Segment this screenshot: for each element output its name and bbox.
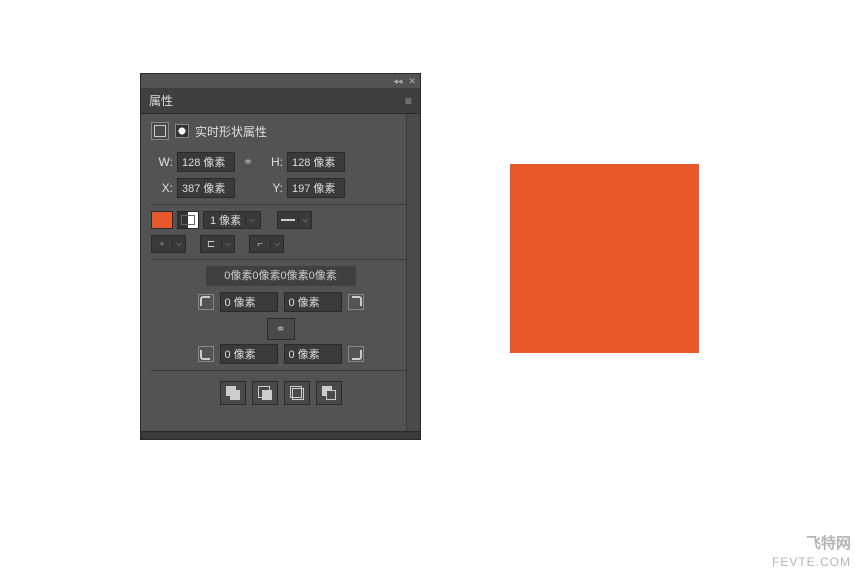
pathfinder-row (151, 381, 410, 405)
w-label: W: (151, 155, 173, 169)
corner-tr-icon[interactable] (348, 294, 364, 310)
h-label: H: (261, 155, 283, 169)
properties-panel: ◂◂ ✕ 属性 ≡ 实时形状属性 W: ⚭ H: X: Y: (140, 73, 421, 440)
x-input[interactable] (177, 178, 235, 198)
stroke-swatch[interactable] (177, 211, 199, 229)
stroke-line-icon (278, 212, 298, 228)
exclude-button[interactable] (316, 381, 342, 405)
union-icon (226, 386, 240, 400)
corner-bottom-row (151, 344, 410, 364)
subheader-label: 实时形状属性 (195, 123, 267, 140)
align-row: ▫ ⌵ ⊏ ⌵ ⌐ ⌵ (151, 235, 410, 253)
intersect-icon (290, 386, 304, 400)
corner-bl-icon[interactable] (198, 346, 214, 362)
panel-title: 属性 (149, 92, 173, 109)
chevron-down-icon: ⌵ (298, 215, 311, 225)
panel-body: W: ⚭ H: X: Y: 1 像素 ⌵ ⌵ (141, 148, 420, 417)
bounding-box-icon[interactable] (151, 122, 169, 140)
canvas-rectangle-shape[interactable] (510, 164, 699, 353)
scrollbar[interactable] (406, 114, 420, 431)
intersect-button[interactable] (284, 381, 310, 405)
y-input[interactable] (287, 178, 345, 198)
corner-top-row (151, 292, 410, 312)
watermark: 飞特网 FEVTE.COM (772, 532, 851, 569)
separator (151, 204, 410, 205)
subtract-button[interactable] (252, 381, 278, 405)
stroke-align-dropdown[interactable]: ▫ ⌵ (151, 235, 186, 253)
x-label: X: (151, 181, 173, 195)
corner-br-icon[interactable] (348, 346, 364, 362)
chevron-down-icon: ⌵ (270, 239, 283, 249)
width-input[interactable] (177, 152, 235, 172)
y-label: Y: (261, 181, 283, 195)
height-input[interactable] (287, 152, 345, 172)
watermark-cn: 飞特网 (772, 532, 851, 553)
position-row: X: Y: (151, 178, 410, 198)
chevron-down-icon: ⌵ (172, 239, 185, 249)
panel-resize-grip[interactable]: ······ (141, 431, 420, 439)
size-row: W: ⚭ H: (151, 152, 410, 172)
link-wh-icon[interactable]: ⚭ (239, 153, 257, 171)
fill-stroke-row: 1 像素 ⌵ ⌵ (151, 211, 410, 229)
fill-swatch[interactable] (151, 211, 173, 229)
collapse-icon[interactable]: ◂◂ (393, 76, 402, 87)
separator (151, 370, 410, 371)
chevron-down-icon: ⌵ (221, 239, 234, 249)
corners-summary: 0像素0像素0像素0像素 (206, 266, 356, 286)
cap-icon: ⊏ (201, 236, 221, 252)
stroke-width-dropdown[interactable]: 1 像素 ⌵ (203, 211, 261, 229)
stroke-style-dropdown[interactable]: ⌵ (277, 211, 312, 229)
watermark-en: FEVTE.COM (772, 555, 851, 569)
corner-tl-input[interactable] (220, 292, 278, 312)
panel-subheader: 实时形状属性 (141, 114, 420, 148)
mask-icon[interactable] (175, 124, 189, 138)
panel-menu-icon[interactable]: ≡ (405, 94, 412, 108)
corner-tl-icon[interactable] (198, 294, 214, 310)
align-center-icon: ▫ (152, 236, 172, 252)
panel-titlebar: ◂◂ ✕ (141, 74, 420, 88)
corner-icon: ⌐ (250, 236, 270, 252)
separator (151, 259, 410, 260)
caps-dropdown[interactable]: ⊏ ⌵ (200, 235, 235, 253)
union-button[interactable] (220, 381, 246, 405)
corner-tr-input[interactable] (284, 292, 342, 312)
panel-header: 属性 ≡ (141, 88, 420, 114)
corner-bl-input[interactable] (220, 344, 278, 364)
stroke-width-value: 1 像素 (206, 212, 245, 228)
link-corners-button[interactable]: ⚭ (267, 318, 295, 340)
corner-br-input[interactable] (284, 344, 342, 364)
corners-dropdown[interactable]: ⌐ ⌵ (249, 235, 284, 253)
close-icon[interactable]: ✕ (408, 76, 416, 87)
chevron-down-icon: ⌵ (245, 215, 258, 225)
exclude-icon (322, 386, 336, 400)
subtract-icon (258, 386, 272, 400)
